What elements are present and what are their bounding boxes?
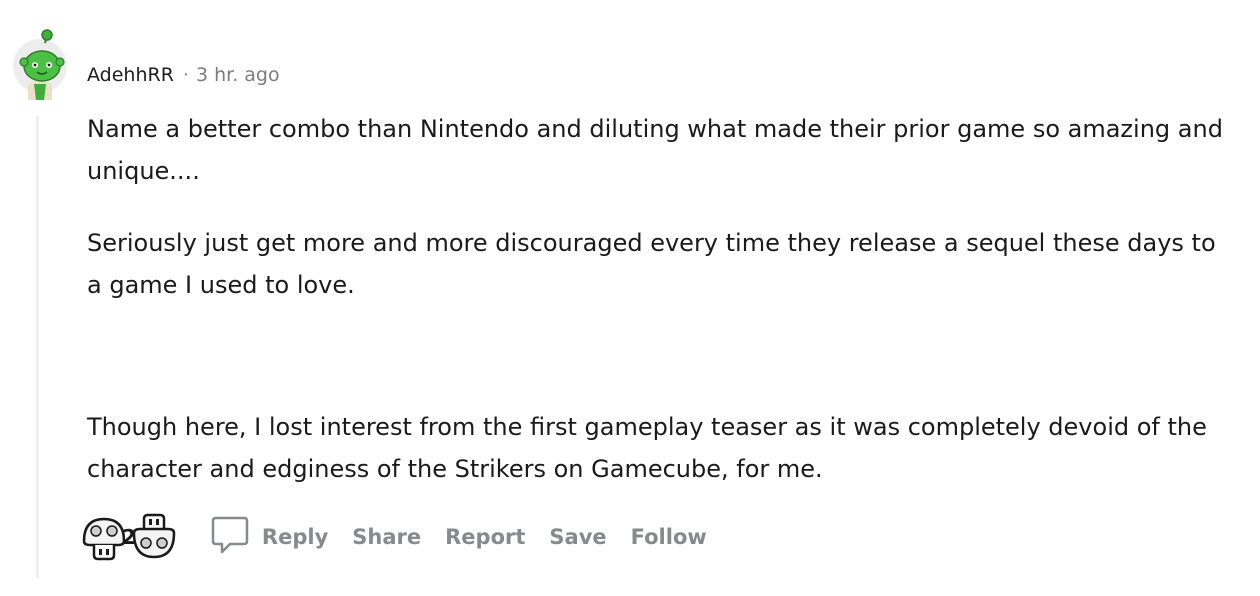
comment-paragraph: Name a better combo than Nintendo and di… bbox=[87, 115, 1223, 185]
username[interactable]: AdehhRR bbox=[87, 64, 174, 86]
follow-button[interactable]: Follow bbox=[631, 525, 707, 549]
share-button[interactable]: Share bbox=[352, 525, 421, 549]
comment-action-bar: 2 Reply Share Report Save Follow bbox=[78, 510, 707, 564]
comment-meta: AdehhRR · 3 hr. ago bbox=[87, 60, 280, 90]
speech-bubble-icon bbox=[211, 516, 249, 554]
comment-paragraph: Though here, I lost interest from the fi… bbox=[87, 413, 1207, 483]
report-button[interactable]: Report bbox=[445, 525, 525, 549]
thread-line[interactable] bbox=[36, 116, 39, 578]
save-button[interactable]: Save bbox=[549, 525, 606, 549]
avatar[interactable] bbox=[10, 28, 67, 100]
comment-body: Name a better combo than Nintendo and di… bbox=[87, 108, 1237, 490]
reply-button[interactable]: Reply bbox=[262, 525, 328, 549]
timestamp[interactable]: 3 hr. ago bbox=[196, 64, 280, 86]
vote-count: 2 bbox=[122, 525, 136, 549]
snoo-avatar-icon bbox=[13, 29, 67, 100]
comment-paragraph: Seriously just get more and more discour… bbox=[87, 229, 1216, 299]
meta-separator: · bbox=[182, 64, 189, 86]
reply-icon-button[interactable] bbox=[180, 514, 250, 560]
